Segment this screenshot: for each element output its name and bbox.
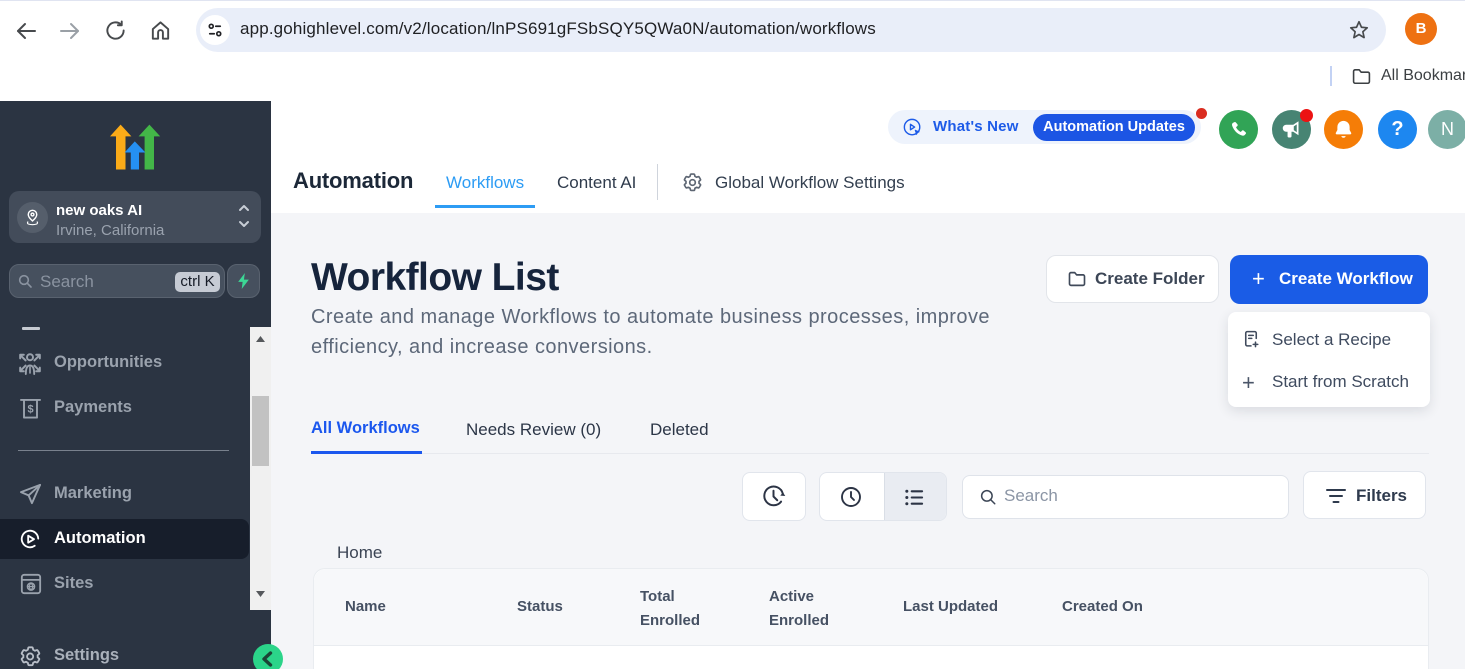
svg-text:$: $ xyxy=(27,403,33,415)
